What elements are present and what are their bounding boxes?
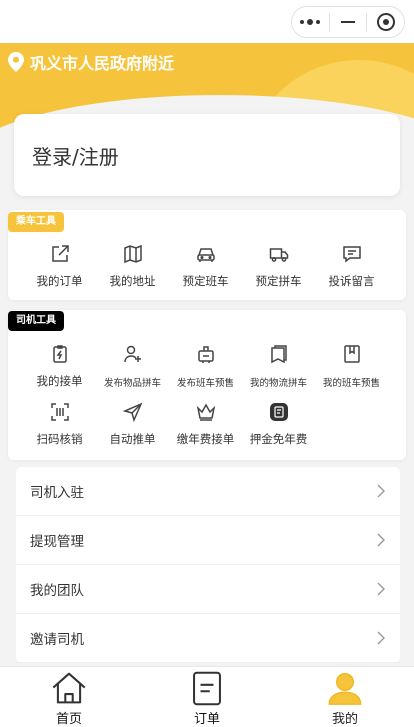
more-icon <box>300 19 321 25</box>
chevron-right-icon <box>377 484 385 498</box>
external-link-icon <box>51 245 69 262</box>
chevron-right-icon <box>377 582 385 596</box>
tab-profile-label: 我的 <box>331 712 358 727</box>
menu-item-label: 邀请司机 <box>30 632 84 648</box>
deposit-waive-fee-button[interactable]: 押金免年费 <box>242 402 315 447</box>
my-orders-label: 我的订单 <box>36 274 83 288</box>
tab-orders-label: 订单 <box>193 712 220 727</box>
chevron-right-icon <box>377 533 385 547</box>
menu-item-invite-driver[interactable]: 邀请司机 <box>16 614 400 663</box>
location-pin-icon <box>8 52 24 72</box>
my-accepted-orders-label: 我的接单 <box>36 374 83 388</box>
clipboard-bolt-icon <box>52 345 67 363</box>
message-icon <box>342 246 361 263</box>
auto-push-orders-label: 自动推单 <box>109 432 156 446</box>
minimize-button[interactable] <box>330 7 367 37</box>
location-selector[interactable]: 巩义市人民政府附近 <box>8 50 174 74</box>
car-icon <box>196 248 215 262</box>
tab-orders[interactable]: 订单 <box>138 667 276 727</box>
publish-shuttle-presale-button[interactable]: 发布班车预售 <box>169 344 242 389</box>
truck-icon <box>269 248 288 262</box>
book-shuttle-label: 预定班车 <box>182 274 229 288</box>
my-shuttle-presale-button[interactable]: 我的班车预售 <box>315 344 388 389</box>
luggage-icon <box>197 346 214 363</box>
menu-item-withdrawal[interactable]: 提现管理 <box>16 516 400 565</box>
publish-goods-carpool-label: 发布物品拼车 <box>103 378 161 389</box>
menu-item-my-team[interactable]: 我的团队 <box>16 565 400 614</box>
book-shuttle-button[interactable]: 预定班车 <box>169 244 242 289</box>
menu-item-label: 司机入驻 <box>30 485 84 501</box>
login-card[interactable]: 登录/注册 <box>14 114 400 196</box>
my-accepted-orders-button[interactable]: 我的接单 <box>23 344 96 389</box>
auto-push-orders-button[interactable]: 自动推单 <box>96 402 169 447</box>
scan-verify-label: 扫码核销 <box>36 432 83 446</box>
menu-item-label: 我的团队 <box>30 583 84 599</box>
send-icon <box>122 402 142 422</box>
login-label: 登录/注册 <box>32 144 119 169</box>
map-icon <box>123 244 142 264</box>
tab-home[interactable]: 首页 <box>0 667 138 727</box>
my-address-label: 我的地址 <box>109 274 156 288</box>
my-shuttle-presale-label: 我的班车预售 <box>322 378 380 389</box>
menu-item-driver-onboarding[interactable]: 司机入驻 <box>16 467 400 516</box>
bottom-tab-bar: 首页 订单 我的 <box>0 666 414 727</box>
minimize-icon <box>341 21 355 23</box>
my-address-button[interactable]: 我的地址 <box>96 244 169 289</box>
order-icon <box>193 671 221 706</box>
driver-tools-row-2: 扫码核销 自动推单 缴年费接单 押金免年费 <box>23 402 406 447</box>
scan-icon <box>50 403 69 421</box>
complaint-message-button[interactable]: 投诉留言 <box>315 244 388 289</box>
driver-tools-tag: 司机工具 <box>8 311 64 331</box>
crown-icon <box>196 403 215 421</box>
user-plus-icon <box>123 345 141 363</box>
profile-icon <box>328 673 362 705</box>
annual-fee-label: 缴年费接单 <box>176 432 235 446</box>
menu-item-label: 提现管理 <box>30 534 84 550</box>
deposit-icon <box>269 403 288 421</box>
bookmark-icon <box>343 345 360 363</box>
settings-menu: 司机入驻 提现管理 我的团队 邀请司机 <box>16 467 400 663</box>
driver-tools-panel: 司机工具 我的接单 发布物品拼车 发布班车预售 我的物流拼车 我的班车预售 扫码… <box>8 310 406 460</box>
publish-shuttle-presale-label: 发布班车预售 <box>176 378 234 389</box>
location-text: 巩义市人民政府附近 <box>30 54 175 73</box>
passenger-tools-grid: 我的订单 我的地址 预定班车 预定拼车 投诉留言 <box>23 244 406 289</box>
passenger-tools-tag: 乘车工具 <box>8 212 64 232</box>
my-logistics-carpool-label: 我的物流拼车 <box>249 378 307 389</box>
deposit-waive-fee-label: 押金免年费 <box>249 432 308 446</box>
book-carpool-label: 预定拼车 <box>255 274 302 288</box>
annual-fee-button[interactable]: 缴年费接单 <box>169 402 242 447</box>
complaint-message-label: 投诉留言 <box>328 274 375 288</box>
chevron-right-icon <box>377 631 385 645</box>
home-icon <box>52 672 86 704</box>
close-target-icon <box>376 13 395 31</box>
pages-icon <box>270 345 287 364</box>
tab-profile[interactable]: 我的 <box>276 667 414 727</box>
close-miniprogram-button[interactable] <box>367 7 404 37</box>
driver-tools-row-1: 我的接单 发布物品拼车 发布班车预售 我的物流拼车 我的班车预售 <box>23 344 406 389</box>
book-carpool-button[interactable]: 预定拼车 <box>242 244 315 289</box>
my-orders-button[interactable]: 我的订单 <box>23 244 96 289</box>
tab-home-label: 首页 <box>55 712 82 727</box>
publish-goods-carpool-button[interactable]: 发布物品拼车 <box>96 344 169 389</box>
scan-verify-button[interactable]: 扫码核销 <box>23 402 96 447</box>
my-logistics-carpool-button[interactable]: 我的物流拼车 <box>242 344 315 389</box>
passenger-tools-panel: 乘车工具 我的订单 我的地址 预定班车 预定拼车 投诉留言 <box>8 210 406 300</box>
miniprogram-capsule <box>291 6 405 38</box>
more-button[interactable] <box>292 7 329 37</box>
